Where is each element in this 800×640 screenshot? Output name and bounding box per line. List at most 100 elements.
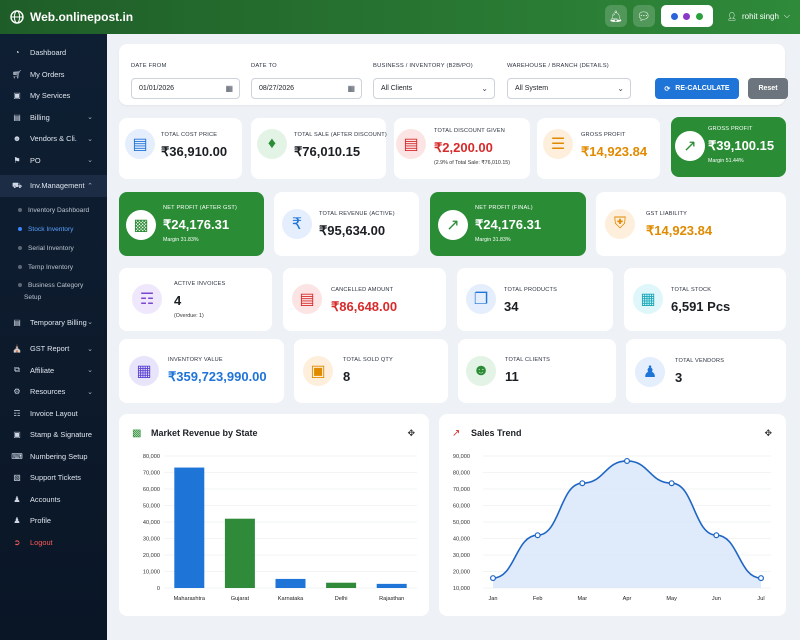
x-tick-label: Karnataka: [278, 596, 304, 602]
sidebar-item-affiliate[interactable]: ⧉ Affiliate ⌄: [0, 360, 107, 382]
main-content: DATE FROM 01/01/2026 ▦ DATE TO 08/27/202…: [107, 34, 800, 640]
bank-icon: ⛪: [12, 344, 22, 354]
sidebar-sub-label: Business Category: [28, 281, 84, 289]
sidebar-sub-setup[interactable]: Setup: [0, 292, 107, 304]
sidebar-sub-stock-inventory[interactable]: Stock Inventory: [0, 220, 107, 239]
sidebar-sub-inventory-dashboard[interactable]: Inventory Dashboard: [0, 201, 107, 220]
business-select-value: All Clients: [381, 85, 413, 92]
sidebar-sub-serial-inventory[interactable]: Serial Inventory: [0, 239, 107, 258]
stat-label: ACTIVE INVOICES: [174, 281, 226, 287]
bullet-icon: [18, 283, 22, 287]
sidebar-item-vendors[interactable]: ☻ Vendors & Cli. ⌄: [0, 128, 107, 150]
sidebar-item-resources[interactable]: ⚙ Resources ⌄: [0, 381, 107, 403]
sidebar-item-label: Inv.Management: [30, 181, 85, 191]
user-icon: 👤︎: [726, 11, 737, 21]
sidebar-item-label: Temporary Billing: [30, 317, 87, 327]
stamp-icon: ▣: [13, 430, 21, 440]
stat-card-total-cost-price: ▤ TOTAL COST PRICE ₹36,910.00: [119, 118, 242, 179]
sidebar-item-inv-management[interactable]: ⛟ Inv.Management ⌃: [0, 175, 107, 197]
y-tick-label: 40,000: [143, 520, 160, 526]
sidebar-item-gst-report[interactable]: ⛪ GST Report ⌄: [0, 338, 107, 360]
y-tick-label: 30,000: [453, 553, 470, 559]
coins-icon: ☰: [543, 129, 573, 159]
sidebar-item-logout[interactable]: ➲ Logout: [0, 532, 107, 554]
reset-button[interactable]: Reset: [748, 78, 788, 99]
x-tick-label: Maharashtra: [174, 596, 206, 602]
chart-card-market-revenue: ▩ Market Revenue by State ✥ 0 10,000 20,00…: [119, 414, 429, 616]
brand-logo[interactable]: Web.onlinepost.in: [10, 10, 133, 24]
calendar-icon[interactable]: ▦: [347, 84, 355, 93]
business-select[interactable]: All Clients ⌄: [373, 78, 495, 99]
recalculate-label: RE-CALCULATE: [675, 85, 730, 92]
sidebar-item-numbering-setup[interactable]: ⌨ Numbering Setup: [0, 446, 107, 468]
stat-value: ₹76,010.15: [294, 144, 361, 159]
sidebar-item-label: Stamp & Signature: [30, 430, 93, 440]
sidebar-item-po[interactable]: ⚑ PO ⌄: [0, 150, 107, 172]
sidebar-sub-label: Serial Inventory: [28, 244, 74, 252]
data-point: [624, 457, 631, 464]
sidebar-sub-business-category[interactable]: Business Category: [0, 279, 107, 292]
stat-subtext: Margin 31.83%: [163, 237, 199, 243]
sidebar-item-my-services[interactable]: ▣ My Services: [0, 85, 107, 107]
recalculate-button[interactable]: ⟳ RE-CALCULATE: [655, 78, 739, 99]
stat-value: ₹39,100.15: [708, 138, 775, 153]
blue-dot[interactable]: [670, 12, 678, 20]
flag-icon: ⚑: [13, 155, 21, 165]
sidebar-item-billing[interactable]: ▤ Billing ⌄: [0, 107, 107, 129]
stat-card-net-profit-final: ↗ NET PROFIT (FINAL) ₹24,176.31 Margin 3…: [430, 192, 586, 256]
sidebar-item-support-tickets[interactable]: ▧ Support Tickets: [0, 467, 107, 489]
sidebar-item-label: PO: [30, 155, 41, 165]
sidebar-sub-label: Inventory Dashboard: [28, 206, 90, 214]
tag-icon: ♦: [257, 129, 287, 159]
brand-name: Web.onlinepost.in: [30, 10, 134, 24]
chat-button[interactable]: 💬︎: [632, 5, 655, 27]
stat-label: GST LIABILITY: [646, 211, 688, 217]
sidebar-item-label: My Orders: [30, 69, 65, 79]
stat-label: GROSS PROFIT: [708, 126, 753, 132]
business-label: BUSINESS / INVENTORY (B2B/PO): [373, 63, 473, 69]
x-tick-label: Delhi: [335, 596, 348, 602]
sidebar-item-invoice-layout[interactable]: ☶ Invoice Layout: [0, 403, 107, 425]
user-menu[interactable]: 👤︎ rohit singh ⌵: [727, 11, 790, 21]
chevron-down-icon: ⌄: [617, 84, 624, 93]
date-to-input[interactable]: 08/27/2026 ▦: [251, 78, 362, 99]
sidebar-item-accounts[interactable]: ♟ Accounts: [0, 489, 107, 511]
bullet-icon: [18, 265, 22, 269]
sidebar-item-label: Billing: [30, 112, 50, 122]
warehouse-select[interactable]: All System ⌄: [507, 78, 631, 99]
sidebar-item-dashboard[interactable]: ◔ Dashboard: [0, 42, 107, 64]
purple-dot[interactable]: [683, 12, 691, 20]
stat-value: 34: [504, 299, 519, 314]
x-tick-label: Rajasthan: [379, 596, 404, 602]
stat-value: ₹36,910.00: [161, 144, 228, 159]
green-dot[interactable]: [696, 12, 704, 20]
stat-card-total-revenue: ₹ TOTAL REVENUE (ACTIVE) ₹95,634.00: [274, 192, 419, 256]
y-tick-label: 90,000: [453, 454, 470, 460]
receipt-icon: ▤: [13, 317, 21, 327]
bar: [326, 582, 357, 588]
calendar-icon[interactable]: ▦: [225, 84, 233, 93]
sidebar: ◔ Dashboard 🛒︎ My Orders ▣ My Services ▤ Bil…: [0, 34, 107, 640]
stat-label: GROSS PROFIT: [581, 132, 626, 138]
sidebar-item-my-orders[interactable]: 🛒︎ My Orders: [0, 64, 107, 86]
data-point: [758, 575, 765, 582]
sidebar-item-stamp-signature[interactable]: ▣ Stamp & Signature: [0, 424, 107, 446]
sidebar-item-profile[interactable]: ♟ Profile: [0, 510, 107, 532]
users-icon: ☻: [12, 134, 22, 144]
y-tick-label: 50,000: [453, 520, 470, 526]
chevron-down-icon: ⌄: [87, 388, 93, 396]
notifications-button[interactable]: 🔔︎: [604, 5, 627, 27]
gauge-icon: ◔: [14, 48, 20, 58]
y-tick-label: 50,000: [143, 504, 160, 510]
x-tick-label: Feb: [533, 596, 543, 602]
sidebar-sub-temp-inventory[interactable]: Temp Inventory: [0, 258, 107, 277]
y-tick-label: 30,000: [143, 537, 160, 543]
date-from-input[interactable]: 01/01/2026 ▦: [131, 78, 240, 99]
theme-switcher[interactable]: [660, 5, 713, 27]
chevron-down-icon: ⌄: [87, 319, 93, 327]
bullet-icon: [18, 227, 22, 231]
file-icon: ☶: [13, 408, 21, 418]
user-icon: ♟: [13, 516, 21, 526]
sidebar-item-temporary-billing[interactable]: ▤ Temporary Billing ⌄: [0, 312, 107, 334]
y-tick-label: 10,000: [143, 570, 160, 576]
